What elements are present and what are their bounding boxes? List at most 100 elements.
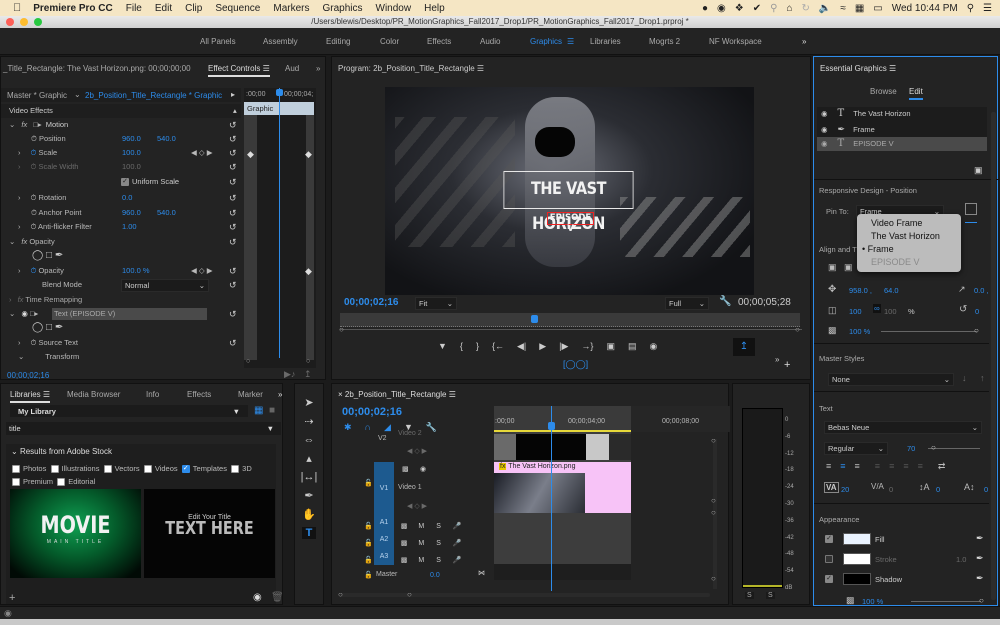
reset-icon[interactable]: ↺ (229, 146, 237, 160)
ripple-edit-tool-icon[interactable]: ⇔ (304, 434, 315, 446)
check-icon[interactable]: ✔ (753, 3, 761, 14)
justify-left-icon[interactable]: ≡ (875, 461, 880, 472)
tab-browse[interactable]: Browse (870, 87, 897, 96)
wifi-icon[interactable]: ≈ (840, 3, 846, 14)
layer-item-selected[interactable]: ◉ T EPISODE V (817, 137, 987, 151)
more-tabs-icon[interactable]: » (316, 64, 320, 73)
baseline-value[interactable]: 0 (984, 485, 988, 494)
link-scale-icon[interactable]: ∞ (873, 304, 881, 313)
reset-icon[interactable]: ↺ (229, 206, 237, 220)
rectangle-mask-icon[interactable]: □ (46, 250, 52, 261)
reset-icon[interactable]: ↺ (229, 336, 237, 350)
rectangle-mask-icon[interactable]: □ (46, 322, 52, 333)
timeline-playhead[interactable] (551, 406, 552, 591)
pin-menu-vast-horizon[interactable]: The Vast Horizon (857, 230, 961, 243)
fx-icon[interactable]: fx (21, 120, 27, 129)
workspace-nf-workspace[interactable]: NF Workspace (709, 37, 762, 46)
tab-media-browser[interactable]: Media Browser (67, 390, 120, 399)
anchor-value[interactable]: 0.0 , (974, 286, 989, 295)
keyframe-navigator[interactable]: ◀ ◇ ▶ (191, 146, 212, 160)
filter-templates[interactable]: ✓ Templates (181, 464, 227, 474)
font-dropdown[interactable]: Bebas Neue ⌄ (824, 421, 982, 434)
zoom-bar-handle-left[interactable]: ○ (339, 325, 344, 334)
track-select-tool-icon[interactable]: ⇢ (304, 415, 313, 428)
expand-icon[interactable]: › (18, 222, 21, 231)
button-editor-icon[interactable]: + (784, 359, 790, 371)
anti-flicker-value[interactable]: 1.00 (122, 220, 137, 234)
zoom-window-button[interactable] (34, 18, 42, 26)
eyedropper-icon[interactable]: ✒ (976, 553, 984, 564)
position-x-value[interactable]: 958.0 , (849, 286, 872, 295)
voice-over-icon[interactable]: 🎤 (453, 557, 462, 564)
justify-center-icon[interactable]: ≡ (889, 461, 894, 472)
keyframe-navigator[interactable]: ◀ ◇ ▶ (191, 264, 212, 278)
opacity-slider-thumb[interactable]: ○ (974, 326, 979, 335)
ellipse-mask-icon[interactable]: ◯ (32, 322, 43, 333)
eye-icon[interactable]: ◉ (21, 309, 28, 318)
eg-scrollbar[interactable] (991, 112, 996, 600)
shadow-color-swatch[interactable] (843, 573, 871, 585)
motion-icon[interactable]: □▸ (33, 120, 41, 129)
creative-cloud-status-icon[interactable]: ◉ (4, 608, 12, 619)
stopwatch-icon[interactable]: ⏱ (31, 338, 37, 347)
app-menu[interactable]: Premiere Pro CC (33, 3, 112, 14)
stopwatch-active-icon[interactable]: ⏱ (31, 266, 37, 275)
stock-thumbnail-movie[interactable]: MOVIE MAIN TITLE (10, 489, 141, 578)
menu-edit[interactable]: Edit (155, 3, 172, 14)
panel-menu-icon[interactable]: ☰ (43, 390, 50, 399)
play-button[interactable]: ▶ (539, 341, 546, 352)
chevron-down-icon[interactable]: ⌄ (9, 309, 15, 318)
extract-button[interactable]: ▤ (628, 341, 637, 352)
kerning-value[interactable]: 0 (889, 485, 893, 494)
battery-icon[interactable]: ▭ (873, 3, 882, 14)
ec-mini-timeline[interactable]: :00;00 00;00;04; Graphic ◆ ◆ ◆ ○ ○ (244, 88, 316, 368)
workspace-audio[interactable]: Audio (480, 37, 500, 46)
stock-thumbnail-text-here[interactable]: Edit Your Title TEXT HERE (144, 489, 275, 578)
filter-photos[interactable]: Photos (12, 464, 46, 474)
solo-button[interactable]: S (436, 540, 441, 547)
chevron-down-icon[interactable]: ⌄ (18, 352, 24, 361)
reset-icon[interactable]: ↺ (229, 191, 237, 205)
panel-menu-icon[interactable]: ☰ (449, 390, 456, 399)
export-frame-button[interactable]: ◉ (649, 341, 657, 352)
leading-value[interactable]: 0 (936, 485, 940, 494)
horizontal-scrollbar[interactable] (340, 593, 710, 597)
timeline-settings-icon[interactable]: 🔧 (426, 422, 437, 433)
stopwatch-icon[interactable]: ⏱ (31, 222, 37, 231)
step-forward-button[interactable]: |▶ (559, 341, 568, 352)
mute-button[interactable]: M (418, 557, 424, 564)
mute-button[interactable]: M (418, 523, 424, 530)
timeline-playhead-handle[interactable] (548, 422, 555, 430)
pen-mask-icon[interactable]: ✒ (55, 250, 63, 261)
solo-right-button[interactable]: S (766, 592, 775, 599)
shadow-opacity-slider-thumb[interactable]: ○ (979, 596, 984, 605)
master-volume-value[interactable]: 0.0 (430, 572, 440, 579)
lift-button[interactable]: ▣ (606, 341, 615, 352)
solo-left-button[interactable]: S (745, 592, 754, 599)
add-content-icon[interactable]: + (9, 592, 15, 604)
master-pan-icon[interactable]: ⋈ (478, 569, 485, 577)
chevron-down-icon[interactable]: ⌄ (9, 237, 15, 246)
zoom-level-dropdown[interactable]: Fit ⌄ (415, 297, 457, 310)
rotation-value[interactable]: 0.0 (122, 191, 132, 205)
volume-icon[interactable]: 🔈 (819, 3, 831, 14)
settings-wrench-icon[interactable]: 🔧 (719, 296, 731, 307)
eye-icon[interactable]: ◉ (821, 125, 828, 134)
dropbox-icon[interactable]: ❖ (735, 3, 744, 14)
stroke-color-swatch[interactable] (843, 553, 871, 565)
pin-edges-widget[interactable] (957, 195, 985, 225)
text-layer-name[interactable]: Text (EPISODE V) (52, 308, 207, 320)
chevron-down-icon[interactable]: ⌄ (9, 120, 15, 129)
eye-icon[interactable]: ◉ (821, 109, 828, 118)
v-scroll-handle[interactable]: ○ (711, 496, 716, 505)
filter-premium[interactable]: Premium (12, 477, 53, 487)
anchor-x-value[interactable]: 960.0 (122, 206, 141, 220)
new-layer-icon[interactable]: ▣ (974, 165, 983, 176)
font-style-dropdown[interactable]: Regular ⌄ (824, 442, 888, 455)
v2-track-tag[interactable]: V2 (378, 435, 387, 442)
mute-button[interactable]: M (418, 540, 424, 547)
a-scroll-handle[interactable]: ○ (711, 574, 716, 583)
zoom-bar[interactable] (340, 329, 802, 330)
panel-menu-icon[interactable]: ☰ (477, 64, 484, 73)
menu-file[interactable]: File (126, 3, 142, 14)
